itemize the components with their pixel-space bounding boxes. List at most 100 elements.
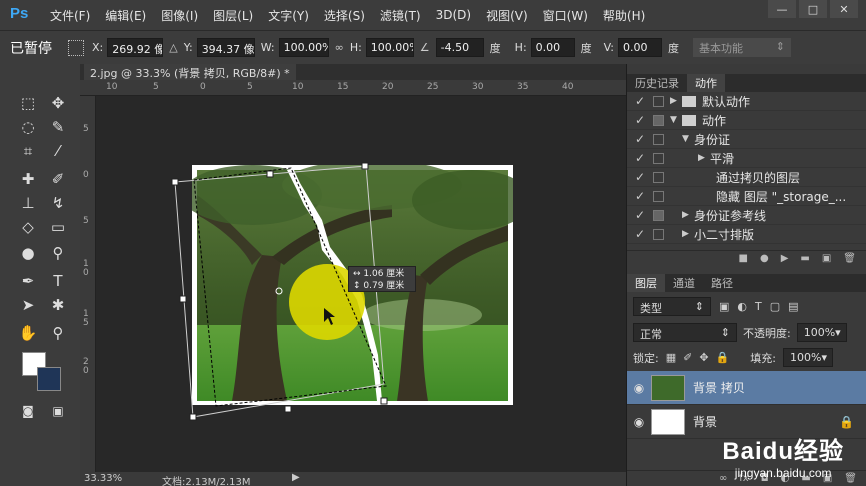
- action-item[interactable]: ✓ ▶ 平滑: [627, 149, 866, 168]
- check-icon[interactable]: ✓: [633, 208, 647, 222]
- workspace-preset-select[interactable]: 基本功能 ⇕: [693, 38, 791, 57]
- check-icon[interactable]: ✓: [633, 113, 647, 127]
- triangle-icon[interactable]: △: [169, 41, 177, 54]
- hskew-field[interactable]: 0.00: [530, 38, 575, 57]
- crop-tool-icon[interactable]: ⌗: [16, 140, 40, 162]
- action-item[interactable]: ✓ 隐藏 图层 "_storage_...: [627, 187, 866, 206]
- action-item[interactable]: ✓ ▶ 默认动作: [627, 92, 866, 111]
- eye-icon[interactable]: ◉: [627, 381, 651, 395]
- menu-type[interactable]: 文字(Y): [268, 7, 309, 24]
- stamp-tool-icon[interactable]: ⊥: [16, 192, 40, 214]
- blend-mode-select[interactable]: 正常 ⇕: [633, 323, 737, 342]
- record-icon[interactable]: ●: [760, 253, 769, 264]
- background-color-swatch[interactable]: [37, 367, 61, 391]
- link-icon[interactable]: ∞: [335, 41, 344, 54]
- lock-transparent-icon[interactable]: ▦: [666, 351, 676, 364]
- check-icon[interactable]: ✓: [633, 94, 647, 108]
- dialog-toggle[interactable]: [653, 152, 664, 164]
- menu-file[interactable]: 文件(F): [50, 7, 90, 24]
- expand-icon[interactable]: ▶: [682, 210, 694, 220]
- minimize-button[interactable]: —: [768, 0, 796, 18]
- menu-select[interactable]: 选择(S): [324, 7, 365, 24]
- layer-filter-select[interactable]: 类型 ⇕: [633, 297, 711, 316]
- action-item[interactable]: ✓ ▶ 小二寸排版: [627, 225, 866, 244]
- filter-adjust-icon[interactable]: ◐: [737, 300, 747, 313]
- hand-tool-icon[interactable]: ✋: [16, 322, 40, 344]
- dialog-toggle[interactable]: [653, 190, 664, 202]
- brush-tool-icon[interactable]: ✐: [46, 168, 70, 190]
- opacity-field[interactable]: 100% ▾: [796, 323, 847, 342]
- w-field[interactable]: 100.00%: [278, 38, 329, 57]
- angle-field[interactable]: -4.50: [435, 38, 484, 57]
- layer-row[interactable]: ◉ 背景 拷贝: [627, 371, 866, 405]
- path-select-tool-icon[interactable]: ➤: [16, 294, 40, 316]
- check-icon[interactable]: ✓: [633, 227, 647, 241]
- type-tool-icon[interactable]: T: [46, 270, 70, 292]
- check-icon[interactable]: ✓: [633, 189, 647, 203]
- dialog-toggle[interactable]: [653, 171, 664, 183]
- canvas[interactable]: ↔ 1.06 厘米 ↕ 0.79 厘米: [96, 96, 626, 472]
- pen-tool-icon[interactable]: ✒: [16, 270, 40, 292]
- filter-smart-icon[interactable]: ▤: [788, 300, 798, 313]
- menu-view[interactable]: 视图(V): [486, 7, 528, 24]
- zoom-tool-icon[interactable]: ⚲: [46, 322, 70, 344]
- dialog-toggle[interactable]: [653, 95, 664, 107]
- dodge-tool-icon[interactable]: ⚲: [46, 242, 70, 264]
- menu-3d[interactable]: 3D(D): [436, 8, 471, 22]
- h-field[interactable]: 100.00%: [365, 38, 414, 57]
- healing-brush-tool-icon[interactable]: ✚: [16, 168, 40, 190]
- blur-tool-icon[interactable]: ●: [16, 242, 40, 264]
- trash-icon[interactable]: 🗑: [843, 253, 856, 264]
- collapse-icon[interactable]: ▼: [682, 134, 694, 144]
- play-icon[interactable]: ▶: [781, 253, 789, 264]
- tab-channels[interactable]: 通道: [665, 274, 703, 292]
- quick-select-tool-icon[interactable]: ✎: [46, 116, 70, 138]
- marquee-tool-icon[interactable]: ⬚: [16, 92, 40, 114]
- action-item[interactable]: ✓ 通过拷贝的图层: [627, 168, 866, 187]
- menu-image[interactable]: 图像(I): [161, 7, 198, 24]
- expand-icon[interactable]: ▶: [682, 229, 694, 239]
- collapse-icon[interactable]: ▼: [670, 115, 682, 125]
- menu-window[interactable]: 窗口(W): [543, 7, 588, 24]
- dialog-toggle[interactable]: [653, 114, 664, 126]
- gradient-tool-icon[interactable]: ▭: [46, 216, 70, 238]
- zoom-level[interactable]: 33.33%: [84, 473, 122, 484]
- layer-name[interactable]: 背景 拷贝: [693, 379, 745, 396]
- tab-paths[interactable]: 路径: [703, 274, 741, 292]
- new-set-icon[interactable]: ▬: [800, 253, 809, 264]
- filter-type-icon[interactable]: T: [755, 300, 762, 313]
- action-item[interactable]: ✓ ▶ 身份证参考线: [627, 206, 866, 225]
- menu-layer[interactable]: 图层(L): [213, 7, 253, 24]
- menu-filter[interactable]: 滤镜(T): [380, 7, 421, 24]
- eraser-tool-icon[interactable]: ◇: [16, 216, 40, 238]
- action-item[interactable]: ✓ ▼ 动作: [627, 111, 866, 130]
- action-item[interactable]: ✓ ▼ 身份证: [627, 130, 866, 149]
- close-button[interactable]: ✕: [830, 0, 858, 18]
- move-tool-icon[interactable]: ✥: [46, 92, 70, 114]
- check-icon[interactable]: ✓: [633, 151, 647, 165]
- stop-icon[interactable]: ■: [739, 253, 748, 264]
- document-tab[interactable]: 2.jpg @ 33.3% (背景 拷贝, RGB/8#) *: [84, 64, 296, 80]
- tab-layers[interactable]: 图层: [627, 274, 665, 292]
- quick-mask-icon[interactable]: ◙: [16, 400, 40, 422]
- lock-pixels-icon[interactable]: ✐: [683, 351, 692, 364]
- check-icon[interactable]: ✓: [633, 132, 647, 146]
- filter-shape-icon[interactable]: ▢: [770, 300, 780, 313]
- menu-edit[interactable]: 编辑(E): [105, 7, 146, 24]
- delete-layer-icon[interactable]: 🗑: [844, 473, 857, 484]
- eyedropper-tool-icon[interactable]: ⁄: [46, 140, 70, 162]
- eye-icon[interactable]: ◉: [627, 415, 651, 429]
- status-menu-arrow-icon[interactable]: ▶: [292, 472, 300, 483]
- vskew-field[interactable]: 0.00: [618, 38, 662, 57]
- expand-icon[interactable]: ▶: [698, 153, 710, 163]
- lock-all-icon[interactable]: 🔒: [716, 351, 730, 364]
- reference-point-icon[interactable]: [68, 39, 84, 56]
- check-icon[interactable]: ✓: [633, 170, 647, 184]
- filter-pixel-icon[interactable]: ▣: [719, 300, 729, 313]
- dialog-toggle[interactable]: [653, 209, 664, 221]
- history-brush-tool-icon[interactable]: ↯: [46, 192, 70, 214]
- layer-name[interactable]: 背景: [693, 413, 717, 430]
- screen-mode-icon[interactable]: ▣: [46, 400, 70, 422]
- dialog-toggle[interactable]: [653, 228, 664, 240]
- x-field[interactable]: 269.92 像素: [107, 38, 164, 57]
